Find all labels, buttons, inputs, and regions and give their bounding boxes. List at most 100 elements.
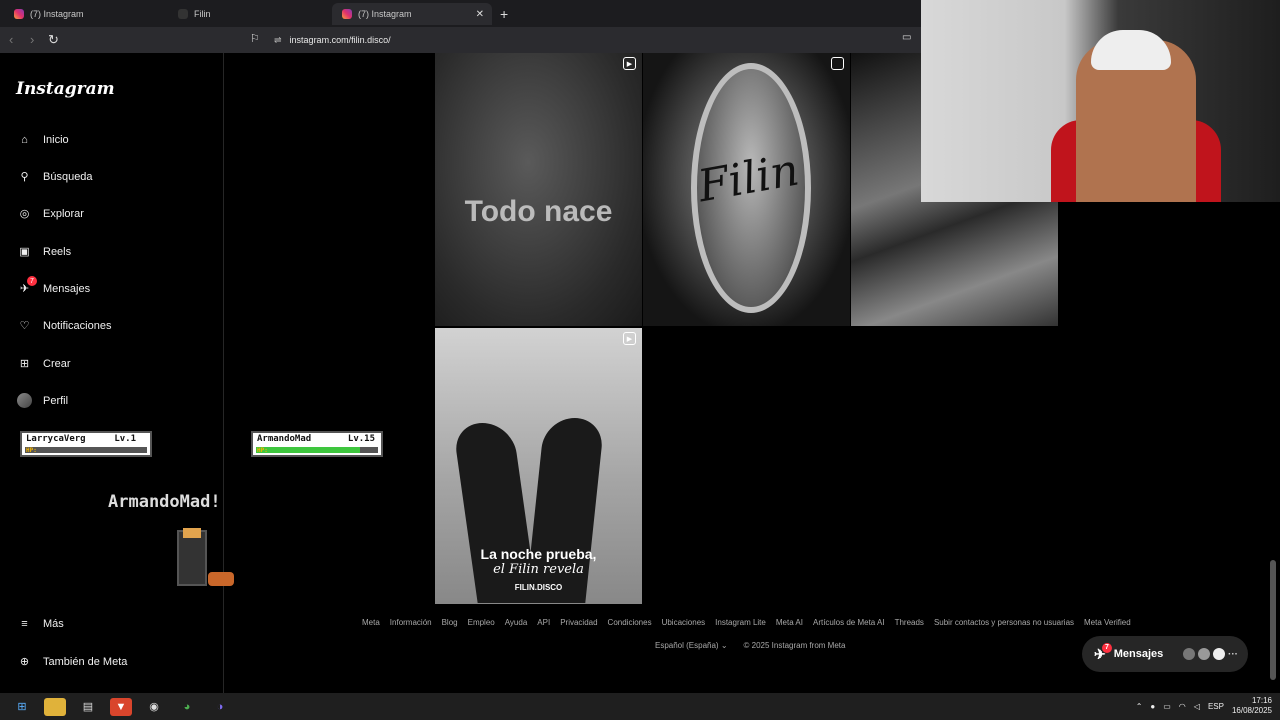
reel-icon: ▶ — [623, 57, 636, 70]
file-explorer-icon[interactable] — [44, 697, 66, 716]
browser-tab-1[interactable]: (7) Instagram — [4, 3, 169, 25]
webcam-overlay — [921, 0, 1280, 202]
footer-link[interactable]: Información — [390, 618, 432, 627]
footer-link[interactable]: API — [537, 618, 550, 627]
brave-browser-icon[interactable]: ▼ — [110, 697, 132, 716]
unread-badge: 7 — [1102, 642, 1112, 653]
sidebar-item-explorar[interactable]: ◎ Explorar — [16, 205, 84, 222]
recent-contacts: ··· — [1183, 648, 1238, 660]
footer-link[interactable]: Meta — [362, 618, 380, 627]
sidebar-item-perfil[interactable]: Perfil — [16, 392, 68, 409]
address-bar[interactable]: ⇌ instagram.com/filin.disco/ — [274, 31, 894, 49]
footer-link[interactable]: Privacidad — [560, 618, 597, 627]
footer-link[interactable]: Ayuda — [505, 618, 528, 627]
reels-icon: ▣ — [19, 246, 30, 258]
sidebar-item-label: Búsqueda — [43, 170, 93, 183]
footer-link[interactable]: Artículos de Meta AI — [813, 618, 885, 627]
microphone-icon[interactable]: ● — [1150, 702, 1155, 711]
home-icon: ⌂ — [21, 133, 28, 146]
instagram-sidebar: Instagram ⌂ Inicio ⚲ Búsqueda ◎ Explorar… — [0, 53, 224, 693]
reload-icon[interactable]: ↻ — [48, 32, 59, 48]
browser-tab-3-active[interactable]: (7) Instagram ✕ — [332, 3, 492, 25]
footer-link[interactable]: Instagram Lite — [715, 618, 766, 627]
clock-date: 16/08/2025 — [1231, 706, 1272, 715]
footer-link[interactable]: Condiciones — [608, 618, 652, 627]
post-tile[interactable]: La noche prueba, el Filin revela FILIN.D… — [435, 328, 642, 604]
browser-tab-2[interactable]: Filin — [168, 3, 333, 25]
pixel-pet-sprite — [208, 572, 234, 586]
forward-icon[interactable]: › — [30, 32, 34, 47]
language-selector[interactable]: Español (España) ⌄ — [655, 641, 728, 650]
copyright: © 2025 Instagram from Meta — [743, 641, 846, 650]
footer-link[interactable]: Meta Verified — [1084, 618, 1131, 627]
sidebar-item-label: Inicio — [43, 133, 69, 146]
footer-link[interactable]: Subir contactos y personas no usuarias — [934, 618, 1074, 627]
bookmark-icon[interactable]: ⚐ — [250, 32, 260, 45]
reel-icon: ▶ — [623, 332, 636, 345]
wifi-icon[interactable]: ◠ — [1179, 702, 1186, 711]
sidebar-item-label: Crear — [43, 357, 71, 370]
player2-level: Lv.15 — [347, 434, 375, 444]
meta-apps-icon: ⊕ — [19, 656, 30, 668]
sidebar-item-reels[interactable]: ▣ Reels — [16, 243, 71, 260]
sidebar-item-busqueda[interactable]: ⚲ Búsqueda — [16, 168, 93, 185]
back-icon[interactable]: ‹ — [9, 32, 13, 47]
footer-link[interactable]: Blog — [442, 618, 458, 627]
post-overlay-text: Todo nace — [464, 195, 613, 228]
sidebar-item-tambien-de-meta[interactable]: ⊕ También de Meta — [16, 653, 128, 670]
post-overlay-text: La noche prueba, — [480, 546, 597, 562]
chrome-icon[interactable]: ◕ — [176, 698, 198, 716]
instagram-favicon-icon — [14, 9, 24, 19]
scrollbar-thumb[interactable] — [1270, 560, 1276, 680]
pixel-character-sprite — [177, 528, 207, 586]
sidebar-item-inicio[interactable]: ⌂ Inicio — [16, 131, 69, 148]
footer-link[interactable]: Meta AI — [776, 618, 803, 627]
sidebar-item-crear[interactable]: ⊞ Crear — [16, 355, 71, 372]
sidebar-item-mas[interactable]: ≡ Más — [16, 615, 64, 632]
heart-icon: ♡ — [19, 320, 30, 332]
more-dots-icon: ··· — [1228, 648, 1238, 660]
sidebar-item-notificaciones[interactable]: ♡ Notificaciones — [16, 317, 112, 334]
post-brand-text: FILIN.DISCO — [514, 583, 563, 592]
store-icon[interactable]: ▤ — [77, 698, 99, 716]
menu-icon: ≡ — [21, 617, 28, 630]
discord-icon[interactable]: ◑ — [209, 698, 231, 716]
chevron-up-icon[interactable]: ⌃ — [1136, 702, 1143, 711]
close-tab-icon[interactable]: ✕ — [476, 9, 484, 20]
post-tile[interactable]: Filin — [643, 53, 850, 326]
player2-hp-box: ArmandoMad Lv.15 HP: — [251, 431, 383, 457]
clock[interactable]: 17:16 16/08/2025 — [1232, 696, 1272, 716]
player2-name: ArmandoMad — [257, 434, 312, 444]
start-icon[interactable]: ⊞ — [11, 698, 33, 716]
language-indicator[interactable]: ESP — [1208, 702, 1224, 711]
site-info-icon[interactable]: ⇌ — [274, 35, 282, 46]
player1-hp-bar — [25, 447, 147, 453]
messages-floating-button[interactable]: ✈ 7 Mensajes ··· — [1082, 636, 1248, 672]
footer-link[interactable]: Threads — [895, 618, 924, 627]
footer-link[interactable]: Ubicaciones — [662, 618, 706, 627]
sidebar-item-label: También de Meta — [43, 655, 128, 668]
tab-title: (7) Instagram — [30, 9, 84, 19]
post-tile[interactable]: Todo nace ▶ — [435, 53, 642, 326]
overlay-banner-text: ArmandoMad! — [108, 492, 221, 512]
sidebar-item-label: Notificaciones — [43, 319, 112, 332]
volume-icon[interactable]: ◁ — [1194, 702, 1200, 711]
page-favicon-icon — [178, 9, 188, 19]
post-overlay-script: el Filin revela — [493, 562, 584, 577]
network-icon[interactable]: ▭ — [1163, 702, 1171, 711]
player1-hp-box: LarrycaVerg Lv.1 HP: — [20, 431, 152, 457]
footer-link[interactable]: Empleo — [468, 618, 495, 627]
sidebar-item-mensajes[interactable]: ✈ 7 Mensajes — [16, 276, 90, 297]
language-label: Español (España) — [655, 641, 719, 650]
sidebar-item-label: Explorar — [43, 207, 84, 220]
player1-hp-label: HP: — [26, 447, 37, 454]
footer-bottom: Español (España) ⌄ © 2025 Instagram from… — [655, 641, 845, 650]
avatar — [16, 392, 33, 409]
compass-icon: ◎ — [19, 208, 30, 220]
cast-icon[interactable]: ▭ — [902, 32, 911, 43]
messenger-icon: ✈ 7 — [16, 276, 37, 297]
url-text: instagram.com/filin.disco/ — [289, 35, 391, 45]
new-tab-button[interactable]: + — [500, 6, 508, 22]
instagram-logo[interactable]: Instagram — [16, 79, 115, 99]
steam-icon[interactable]: ◉ — [143, 698, 165, 716]
